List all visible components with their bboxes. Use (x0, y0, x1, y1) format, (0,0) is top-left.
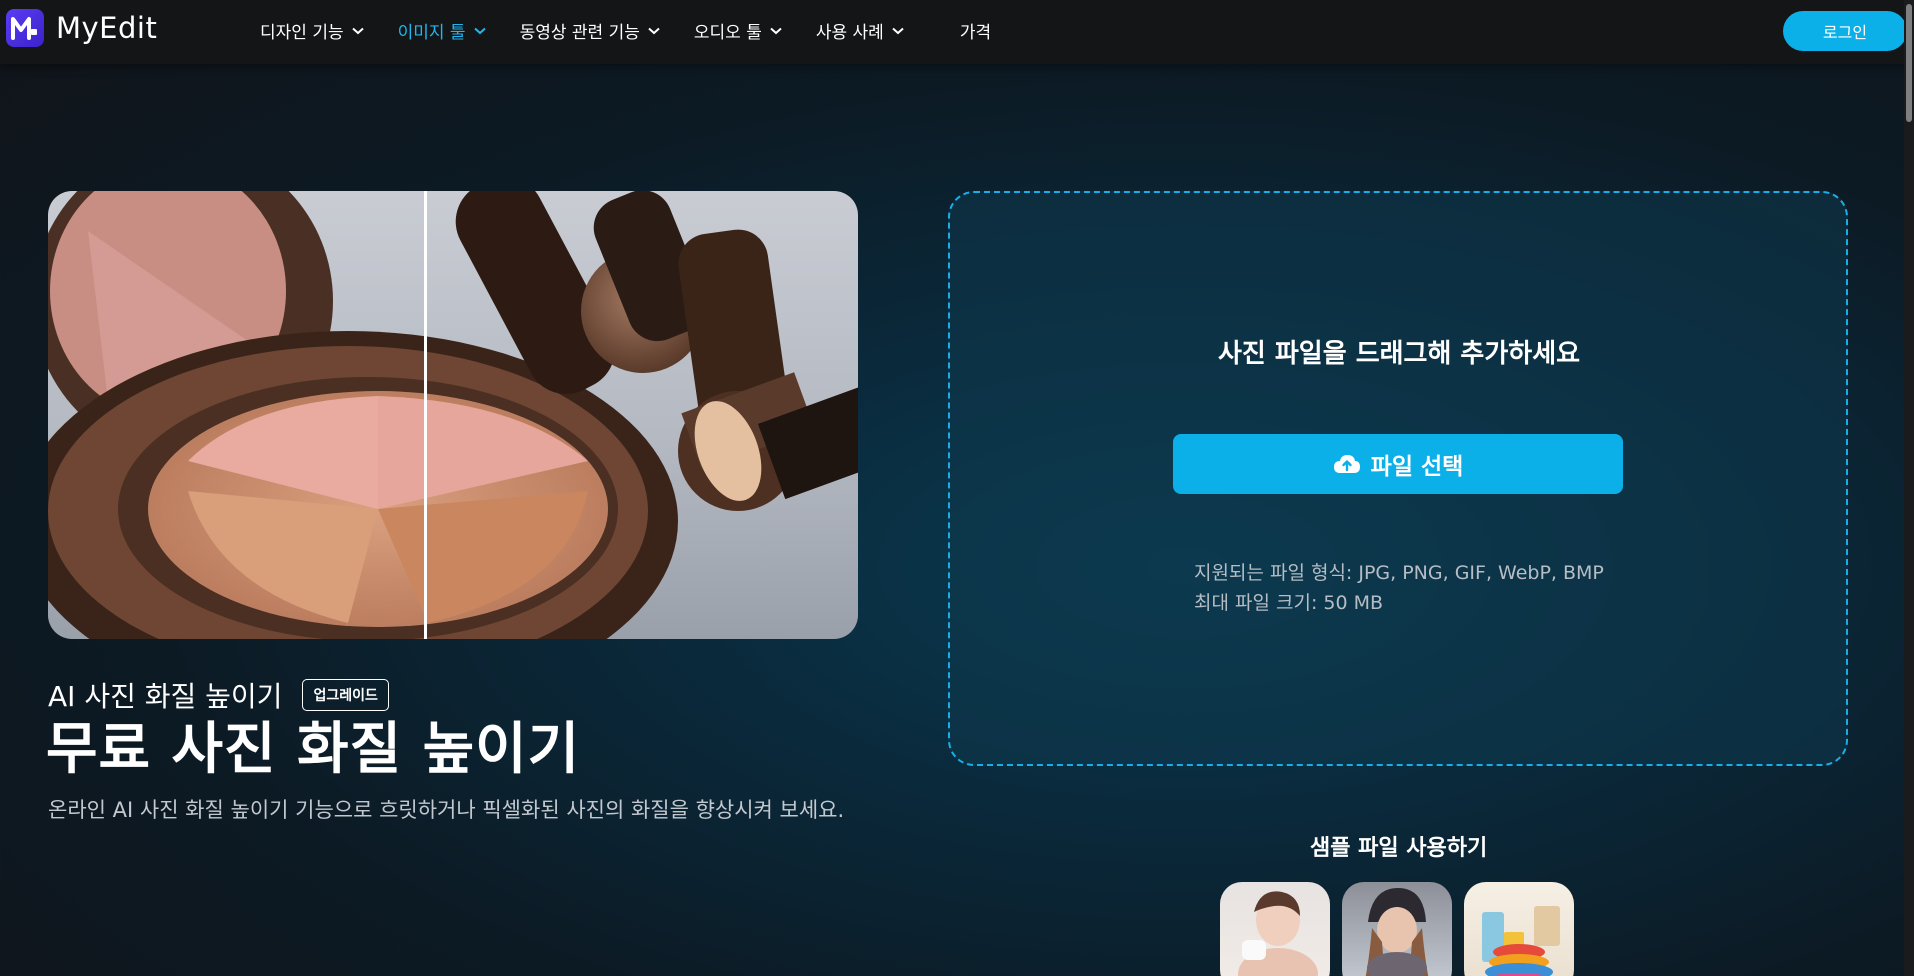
makeup-compact-photo (48, 191, 858, 639)
sample-files-list (1220, 882, 1586, 976)
nav-item-label: 가격 (959, 23, 992, 43)
chevron-down-icon (648, 27, 660, 34)
chevron-down-icon (351, 27, 364, 34)
page-title: 무료 사진 화질 높이기 (46, 717, 581, 782)
brand-name: MyEdit (56, 11, 158, 45)
sample-image (1238, 891, 1318, 976)
choose-file-label: 파일 선택 (1370, 454, 1464, 480)
main-nav: 디자인 기능 이미지 툴 동영상 관련 기능 오디오 툴 사용 사례 가격 (260, 18, 1025, 43)
sample-thumb-toys[interactable] (1464, 882, 1574, 976)
sample-thumb-portrait-woman[interactable] (1220, 882, 1330, 976)
sample-thumb-winter-woman[interactable] (1342, 882, 1452, 976)
nav-item-label: 디자인 기능 (260, 23, 344, 43)
chevron-down-icon (473, 27, 486, 34)
compare-slider-handle[interactable] (424, 191, 427, 639)
nav-item-pricing[interactable]: 가격 (960, 18, 991, 43)
page-description: 온라인 AI 사진 화질 높이기 기능으로 흐릿하거나 픽셀화된 사진의 화질을… (48, 798, 845, 822)
page-scrollbar[interactable] (1904, 0, 1914, 976)
nav-item-use-cases[interactable]: 사용 사례 (816, 18, 904, 43)
choose-file-button[interactable]: 파일 선택 (1173, 434, 1623, 494)
cloud-upload-icon (1333, 453, 1361, 475)
before-after-compare-image[interactable] (48, 191, 858, 639)
top-navigation-bar: MyEdit 디자인 기능 이미지 툴 동영상 관련 기능 오디오 툴 사용 사… (0, 0, 1914, 64)
drop-title: 사진 파일을 드래그해 추가하세요 (1218, 339, 1581, 369)
nav-item-label: 동영상 관련 기능 (519, 23, 640, 43)
supported-formats: 지원되는 파일 형식: JPG, PNG, GIF, WebP, BMP (1194, 562, 1604, 584)
logo-m-icon (6, 9, 44, 47)
max-file-size: 최대 파일 크기: 50 MB (1194, 592, 1384, 614)
sample-files-title: 샘플 파일 사용하기 (1310, 836, 1488, 861)
sample-image (1365, 888, 1429, 976)
nav-item-video[interactable]: 동영상 관련 기능 (520, 18, 660, 43)
sample-image (1482, 906, 1560, 976)
file-format-info: 지원되는 파일 형식: JPG, PNG, GIF, WebP, BMP 최대 … (1194, 558, 1604, 618)
scrollbar-thumb[interactable] (1906, 4, 1912, 122)
nav-item-design[interactable]: 디자인 기능 (260, 18, 364, 43)
login-button[interactable]: 로그인 (1783, 11, 1907, 51)
brand-logo[interactable]: MyEdit (6, 9, 157, 47)
nav-item-image-tools[interactable]: 이미지 툴 (398, 18, 486, 43)
nav-item-label: 사용 사례 (815, 23, 884, 43)
chevron-down-icon (770, 27, 782, 34)
nav-item-audio[interactable]: 오디오 툴 (694, 18, 782, 43)
chevron-down-icon (892, 27, 904, 34)
nav-item-label: 이미지 툴 (397, 23, 466, 43)
nav-item-label: 오디오 툴 (693, 23, 762, 43)
